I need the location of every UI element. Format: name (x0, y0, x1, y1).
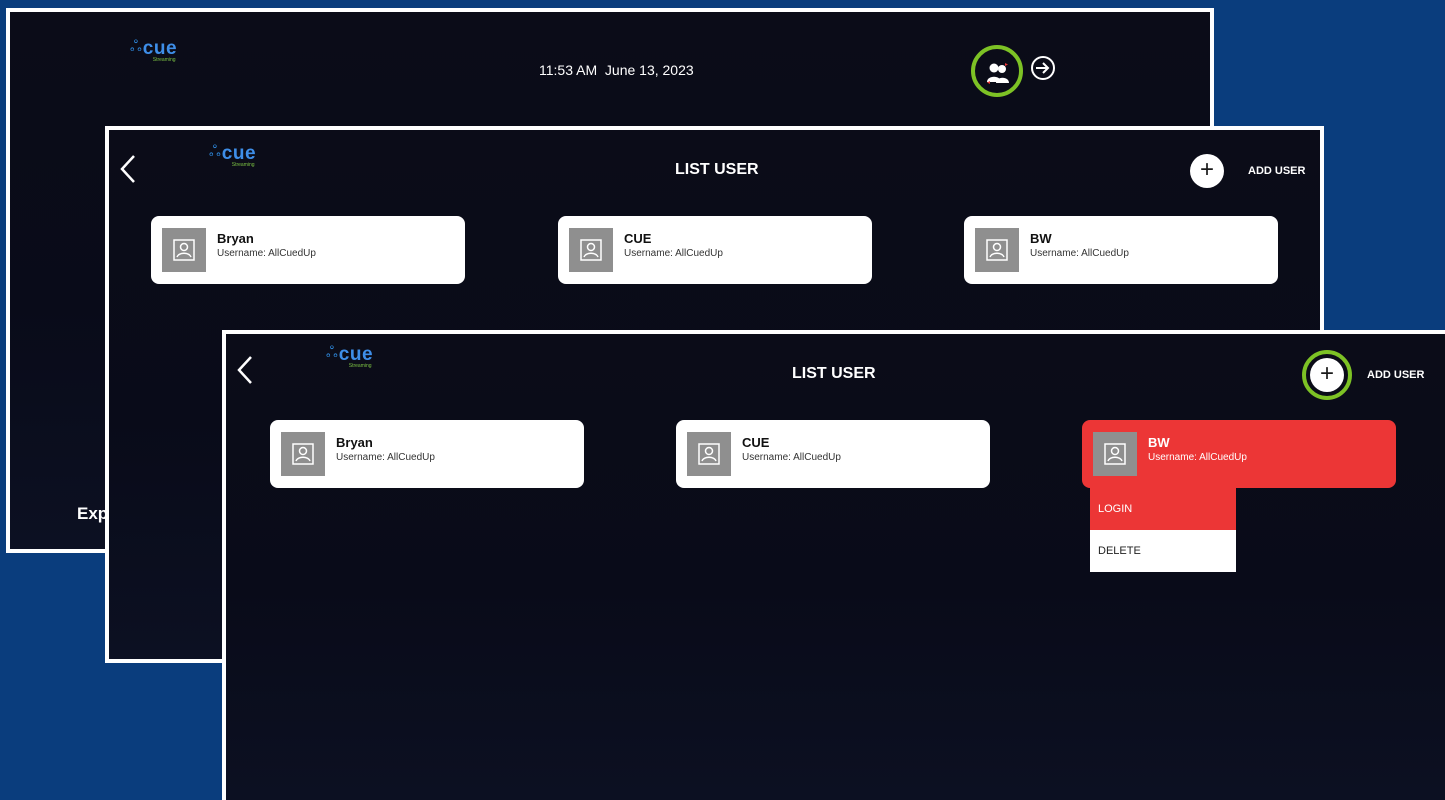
user-card-bryan[interactable]: Bryan Username: AllCuedUp (270, 420, 584, 488)
cue-logo: ஃ cue Streaming (130, 38, 178, 63)
user-avatar-icon (1093, 432, 1137, 476)
user-username: Username: AllCuedUp (1030, 248, 1129, 259)
partial-text: Exp (77, 504, 109, 523)
logo-swirl-icon: ஃ (326, 344, 338, 361)
logo-swirl-icon: ஃ (209, 143, 221, 160)
user-avatar-icon (975, 228, 1019, 272)
login-arrow-icon[interactable] (1027, 52, 1059, 84)
user-avatar-icon (162, 228, 206, 272)
logo-word: cue (338, 344, 374, 365)
user-avatar-icon (687, 432, 731, 476)
add-user-label[interactable]: ADD USER (1367, 369, 1424, 381)
logo-word: cue (142, 38, 178, 59)
page-title: LIST USER (792, 365, 876, 382)
highlight-ring (1302, 350, 1352, 400)
cue-logo: ஃ cue Streaming (209, 143, 257, 168)
user-card-bryan[interactable]: Bryan Username: AllCuedUp (151, 216, 465, 284)
logo-swirl-icon: ஃ (130, 38, 142, 55)
user-card-bw-selected[interactable]: BW Username: AllCuedUp (1082, 420, 1396, 488)
user-username: Username: AllCuedUp (217, 248, 316, 259)
user-username: Username: AllCuedUp (1148, 452, 1247, 463)
user-card-bw[interactable]: BW Username: AllCuedUp (964, 216, 1278, 284)
user-name: CUE (742, 435, 770, 450)
user-card-cue[interactable]: CUE Username: AllCuedUp (558, 216, 872, 284)
user-avatar-icon (569, 228, 613, 272)
logo-subtitle: Streaming (231, 162, 255, 168)
add-user-label[interactable]: ADD USER (1248, 165, 1305, 177)
logo-word: cue (221, 143, 257, 164)
datetime: 11:53 AM June 13, 2023 (539, 62, 694, 78)
back-chevron-icon[interactable] (236, 355, 254, 390)
highlight-ring (971, 45, 1023, 97)
add-user-button[interactable]: + (1190, 154, 1224, 188)
user-name: Bryan (336, 435, 373, 450)
back-chevron-icon[interactable] (119, 154, 137, 189)
user-context-menu: LOGIN DELETE (1090, 488, 1236, 572)
logo-subtitle: Streaming (152, 57, 176, 63)
cue-logo: ஃ cue Streaming (326, 344, 374, 369)
time-text: 11:53 AM (539, 62, 598, 78)
user-card-cue[interactable]: CUE Username: AllCuedUp (676, 420, 990, 488)
logo-subtitle: Streaming (348, 363, 372, 369)
user-name: CUE (624, 231, 652, 246)
delete-menu-item[interactable]: DELETE (1090, 530, 1236, 572)
user-username: Username: AllCuedUp (742, 452, 841, 463)
user-name: BW (1148, 435, 1170, 450)
user-avatar-icon (281, 432, 325, 476)
date-text: June 13, 2023 (604, 62, 694, 78)
login-menu-item[interactable]: LOGIN (1090, 488, 1236, 530)
user-username: Username: AllCuedUp (336, 452, 435, 463)
user-name: Bryan (217, 231, 254, 246)
list-user-screen-selected: ஃ cue Streaming LIST USER + ADD USER Bry… (222, 330, 1445, 800)
page-title: LIST USER (675, 161, 759, 178)
user-name: BW (1030, 231, 1052, 246)
user-username: Username: AllCuedUp (624, 248, 723, 259)
